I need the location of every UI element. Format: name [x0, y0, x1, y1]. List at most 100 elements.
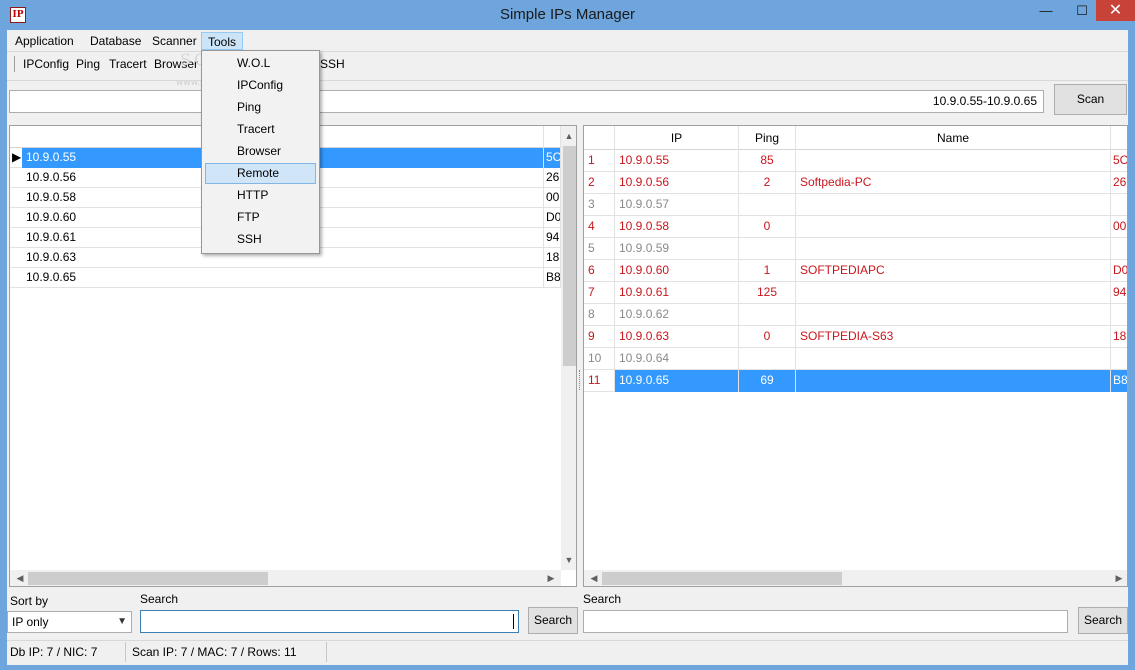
maximize-button[interactable]: ☐ [1068, 0, 1096, 22]
table-row[interactable]: 8 10.9.0.62 [584, 304, 1127, 326]
toolbar-grip[interactable] [14, 56, 16, 72]
mac-cell[interactable] [1111, 238, 1127, 260]
menu-tools[interactable]: Tools [201, 32, 244, 50]
ip-cell[interactable]: 10.9.0.65 [22, 268, 544, 288]
name-cell[interactable] [796, 194, 1111, 216]
ip-cell[interactable]: 10.9.0.62 [615, 304, 739, 326]
name-cell[interactable]: Softpedia-PC [796, 172, 1111, 194]
scroll-right-arrow[interactable]: ▶ [543, 570, 559, 586]
minimize-button[interactable]: — [1024, 0, 1068, 22]
table-row[interactable]: 10.9.0.65 B8 [10, 268, 561, 288]
name-cell[interactable] [796, 304, 1111, 326]
name-cell[interactable]: SOFTPEDIA-S63 [796, 326, 1111, 348]
ip-cell[interactable]: 10.9.0.63 [615, 326, 739, 348]
name-cell[interactable]: SOFTPEDIAPC [796, 260, 1111, 282]
scroll-right-arrow[interactable]: ▶ [1111, 570, 1127, 586]
toolbar-ping[interactable]: Ping [76, 57, 100, 71]
scan-button[interactable]: Scan [1054, 84, 1127, 115]
mac-cell[interactable]: B8 [1111, 370, 1127, 392]
table-row[interactable]: 9 10.9.0.63 0 SOFTPEDIA-S63 18 [584, 326, 1127, 348]
horizontal-scrollbar[interactable]: ◀ ▶ [10, 570, 561, 586]
name-cell[interactable] [796, 348, 1111, 370]
scroll-up-arrow[interactable]: ▲ [561, 128, 576, 144]
ip-cell[interactable]: 10.9.0.56 [615, 172, 739, 194]
ip-cell[interactable]: 10.9.0.65 [615, 370, 739, 392]
column-header-mac[interactable] [1111, 126, 1127, 150]
menu-scanner[interactable]: Scanner [146, 32, 203, 50]
ping-cell[interactable]: 2 [739, 172, 796, 194]
row-number-cell[interactable]: 5 [584, 238, 615, 260]
row-number-cell[interactable]: 2 [584, 172, 615, 194]
row-number-cell[interactable]: 9 [584, 326, 615, 348]
mac-cell[interactable]: 5C [544, 148, 561, 168]
mac-cell[interactable]: 5C [1111, 150, 1127, 172]
table-row[interactable]: 11 10.9.0.65 69 B8 [584, 370, 1127, 392]
ping-cell[interactable] [739, 348, 796, 370]
scan-search-button[interactable]: Search [1078, 607, 1128, 634]
row-number-cell[interactable]: 11 [584, 370, 615, 392]
ping-cell[interactable]: 1 [739, 260, 796, 282]
name-cell[interactable] [796, 282, 1111, 304]
scroll-down-arrow[interactable]: ▼ [561, 552, 576, 568]
table-row[interactable]: 3 10.9.0.57 [584, 194, 1127, 216]
name-cell[interactable] [796, 150, 1111, 172]
db-search-input[interactable] [140, 610, 519, 633]
table-row[interactable]: 4 10.9.0.58 0 00 [584, 216, 1127, 238]
ping-cell[interactable]: 69 [739, 370, 796, 392]
tools-menu-item-remote[interactable]: Remote [205, 163, 316, 184]
tools-menu-item-http[interactable]: HTTP [205, 185, 316, 206]
scroll-thumb[interactable] [28, 572, 268, 585]
name-cell[interactable] [796, 238, 1111, 260]
close-button[interactable]: ✕ [1096, 0, 1135, 21]
mac-cell[interactable]: D0 [544, 208, 561, 228]
name-cell[interactable] [796, 370, 1111, 392]
tools-menu-item-browser[interactable]: Browser [205, 141, 316, 162]
name-cell[interactable] [796, 216, 1111, 238]
scroll-thumb[interactable] [602, 572, 842, 585]
scan-range-input[interactable]: 10.9.0.55-10.9.0.65 [9, 90, 1044, 113]
mac-cell[interactable]: 00 [544, 188, 561, 208]
mac-cell[interactable]: 94 [544, 228, 561, 248]
menu-database[interactable]: Database [84, 32, 147, 50]
db-search-button[interactable]: Search [528, 607, 578, 634]
tools-menu-item-ftp[interactable]: FTP [205, 207, 316, 228]
table-row[interactable]: 7 10.9.0.61 125 94 [584, 282, 1127, 304]
mac-cell[interactable]: 94 [1111, 282, 1127, 304]
row-number-cell[interactable]: 6 [584, 260, 615, 282]
tools-menu-item-tracert[interactable]: Tracert [205, 119, 316, 140]
scroll-left-arrow[interactable]: ◀ [586, 570, 602, 586]
row-number-cell[interactable]: 1 [584, 150, 615, 172]
mac-cell[interactable] [1111, 348, 1127, 370]
tools-menu-item-ping[interactable]: Ping [205, 97, 316, 118]
mac-cell[interactable]: B8 [544, 268, 561, 288]
scan-results-grid[interactable]: IP Ping Name 1 10.9.0.55 85 5C 2 10.9.0.56 2 So… [583, 125, 1128, 587]
ip-cell[interactable]: 10.9.0.61 [615, 282, 739, 304]
ip-cell[interactable]: 10.9.0.59 [615, 238, 739, 260]
mac-cell[interactable]: 26 [1111, 172, 1127, 194]
mac-cell[interactable]: D0 [1111, 260, 1127, 282]
mac-cell[interactable]: 00 [1111, 216, 1127, 238]
row-number-cell[interactable]: 3 [584, 194, 615, 216]
column-header-name[interactable]: Name [796, 126, 1111, 150]
mac-cell[interactable]: 18 [544, 248, 561, 268]
toolbar-ipconfig[interactable]: IPConfig [23, 57, 69, 71]
scroll-left-arrow[interactable]: ◀ [12, 570, 28, 586]
ip-cell[interactable]: 10.9.0.60 [615, 260, 739, 282]
tools-menu-item-w-o-l[interactable]: W.O.L [205, 53, 316, 74]
ping-cell[interactable]: 85 [739, 150, 796, 172]
table-row[interactable]: 1 10.9.0.55 85 5C [584, 150, 1127, 172]
sort-by-select[interactable]: IP only ▼ [7, 611, 132, 633]
splitter-grip[interactable] [579, 370, 582, 390]
mac-cell[interactable] [1111, 194, 1127, 216]
ping-cell[interactable]: 0 [739, 326, 796, 348]
column-header-ip[interactable]: IP [615, 126, 739, 150]
table-row[interactable]: 2 10.9.0.56 2 Softpedia-PC 26 [584, 172, 1127, 194]
row-number-cell[interactable]: 7 [584, 282, 615, 304]
ip-cell[interactable]: 10.9.0.57 [615, 194, 739, 216]
mac-cell[interactable]: 26 [544, 168, 561, 188]
toolbar-tracert[interactable]: Tracert [109, 57, 147, 71]
column-header-mac[interactable] [544, 126, 561, 148]
mac-cell[interactable]: 18 [1111, 326, 1127, 348]
tools-menu-item-ipconfig[interactable]: IPConfig [205, 75, 316, 96]
row-number-cell[interactable]: 4 [584, 216, 615, 238]
